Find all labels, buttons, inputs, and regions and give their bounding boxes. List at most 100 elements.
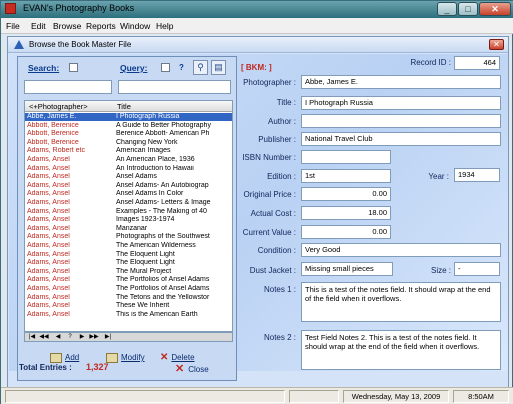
add-button[interactable]: Add (50, 353, 79, 363)
photographer-cell: Adams, Ansel (27, 164, 70, 172)
column-title[interactable]: Title (117, 102, 131, 111)
table-row[interactable]: Adams, Ansel An American Place, 1936 (25, 156, 232, 164)
add-label: Add (65, 353, 80, 363)
photographer-cell: Adams, Ansel (27, 242, 70, 249)
prev-record-button[interactable]: ◀ (53, 333, 63, 341)
modify-button[interactable]: Modify (106, 353, 145, 363)
table-row[interactable]: Adams, Ansel The Portfolios of Ansel Adam… (25, 285, 232, 293)
notes1-field[interactable]: This is a test of the notes field. It sh… (301, 282, 501, 322)
table-row[interactable]: Adams, Ansel Ansel Adams In Color (25, 190, 232, 198)
title-cell: This is the American Earth (116, 310, 198, 318)
notes2-field[interactable]: Test Field Notes 2. This is a test of th… (301, 330, 501, 370)
table-row[interactable]: Adams, Ansel Ansel Adams (25, 173, 232, 181)
column-photographer[interactable]: <+Photographer> (29, 102, 88, 111)
table-row[interactable]: Adams, Ansel Examples - The Making of 40 (25, 208, 232, 216)
table-row[interactable]: Adams, Ansel The American Wilderness (25, 242, 232, 250)
table-row[interactable]: Adams, Ansel The Portfolios of Ansel Adam… (25, 276, 232, 284)
table-row[interactable]: Adams, Ansel Manzanar (25, 225, 232, 233)
table-row[interactable]: Adams, Ansel Ansel Adams- Letters & Image (25, 199, 232, 207)
table-row[interactable]: Abbott, Berenice A Guide to Better Photog… (25, 122, 232, 130)
dust-jacket-field[interactable]: Missing small pieces (301, 262, 393, 276)
prev-page-button[interactable]: ◀◀ (39, 333, 49, 341)
next-record-button[interactable]: ▶ (77, 333, 87, 341)
book-grid[interactable]: <+Photographer> Title Abbe, James E. I Ph… (24, 100, 233, 332)
query-label: Query: (120, 63, 148, 73)
browse-icon (14, 40, 24, 49)
photographer-cell: Adams, Ansel (27, 302, 70, 310)
table-row[interactable]: Adams, Ansel An Introduction to Hawaii (25, 165, 232, 173)
menu-help[interactable]: Help (156, 21, 173, 31)
photographer-cell: Adams, Ansel (27, 181, 70, 189)
photographer-cell: Adams, Ansel (27, 190, 70, 198)
close-button[interactable]: ✕ Close (175, 362, 209, 375)
find-record-button[interactable]: ? (65, 333, 75, 341)
notes2-label: Notes 2 : (263, 333, 296, 342)
close-window-button[interactable]: ✕ (479, 2, 511, 16)
title-cell: The American Wilderness (116, 242, 196, 249)
publisher-field[interactable]: National Travel Club (301, 132, 501, 146)
minimize-button[interactable]: _ (437, 2, 457, 16)
maximize-button[interactable]: □ (458, 2, 478, 16)
next-page-button[interactable]: ▶▶ (89, 333, 99, 341)
total-entries-value: 1,327 (86, 362, 109, 372)
query-input[interactable] (118, 80, 231, 94)
table-row[interactable]: Adams, Ansel The Eloquent Light (25, 251, 232, 259)
size-field[interactable]: - (454, 262, 500, 276)
table-row[interactable]: Abbe, James E. I Photograph Russia (25, 113, 232, 121)
actual-cost-field[interactable]: 18.00 (301, 206, 391, 220)
search-label: Search: (28, 63, 60, 73)
isbn-field[interactable] (301, 150, 391, 164)
table-row[interactable]: Adams, Ansel Ansel Adams- An Autobiograp (25, 182, 232, 190)
dust-jacket-label: Dust Jacket : (249, 266, 296, 275)
last-record-button[interactable]: ▶| (103, 333, 113, 341)
first-record-button[interactable]: |◀ (27, 333, 37, 341)
status-date: Wednesday, May 13, 2009 (343, 390, 449, 403)
table-row[interactable]: Adams, Ansel The Mural Project (25, 268, 232, 276)
author-field[interactable] (301, 114, 501, 128)
search-input[interactable] (24, 80, 112, 94)
status-indicator (289, 390, 339, 403)
menu-bar: File Edit Browse Reports Window Help (1, 18, 513, 34)
title-cell: An American Place, 1936 (116, 156, 195, 163)
record-id-field[interactable]: 464 (454, 56, 500, 70)
delete-label: Delete (171, 353, 195, 363)
grid-header: <+Photographer> Title (25, 101, 232, 112)
table-row[interactable]: Abbott, Berenice Berenice Abbott- America… (25, 130, 232, 138)
filter-icon[interactable]: ⚲ (193, 60, 208, 75)
table-row[interactable]: Adams, Robert etc American Images (25, 147, 232, 155)
child-close-button[interactable]: ✕ (489, 39, 504, 50)
menu-file[interactable]: File (6, 21, 20, 31)
photographer-cell: Adams, Ansel (27, 207, 70, 215)
photographer-cell: Adams, Ansel (27, 310, 70, 318)
print-icon[interactable]: ▤ (211, 60, 226, 75)
menu-reports[interactable]: Reports (86, 21, 116, 31)
year-field[interactable]: 1934 (454, 168, 500, 182)
status-bar: Wednesday, May 13, 2009 8:50AM (1, 387, 513, 404)
total-entries-label: Total Entries : (19, 363, 72, 372)
title-cell: The Portfolios of Ansel Adams (116, 276, 210, 284)
table-row[interactable]: Adams, Ansel The Eloquent Light (25, 259, 232, 267)
table-row[interactable]: Adams, Ansel These We Inherit (25, 302, 232, 310)
table-row[interactable]: Adams, Ansel Images 1923-1974 (25, 216, 232, 224)
table-row[interactable]: Adams, Ansel Photographs of the Southwest (25, 233, 232, 241)
notes1-label: Notes 1 : (263, 285, 296, 294)
menu-edit[interactable]: Edit (31, 21, 46, 31)
query-help[interactable]: ? (179, 63, 184, 72)
condition-field[interactable]: Very Good (301, 243, 501, 257)
menu-browse[interactable]: Browse (53, 21, 81, 31)
window-title: EVAN's Photography Books (23, 3, 135, 13)
table-row[interactable]: Abbott, Berenice Changing New York (25, 139, 232, 147)
menu-window[interactable]: Window (120, 21, 150, 31)
actual-cost-label: Actual Cost : (250, 209, 296, 218)
edition-field[interactable]: 1st (301, 169, 391, 183)
table-row[interactable]: Adams, Ansel This is the American Earth (25, 311, 232, 319)
search-checkbox[interactable] (69, 63, 78, 72)
title-cell: A Guide to Better Photography (116, 121, 211, 129)
title-field[interactable]: I Photograph Russia (301, 96, 501, 110)
table-row[interactable]: Adams, Ansel The Tetons and the Yellowsto… (25, 294, 232, 302)
photographer-field[interactable]: Abbe, James E. (301, 75, 501, 89)
original-price-field[interactable]: 0.00 (301, 187, 391, 201)
current-value-field[interactable]: 0.00 (301, 225, 391, 239)
query-checkbox[interactable] (161, 63, 170, 72)
title-cell: Ansel Adams- An Autobiograp (116, 181, 209, 189)
